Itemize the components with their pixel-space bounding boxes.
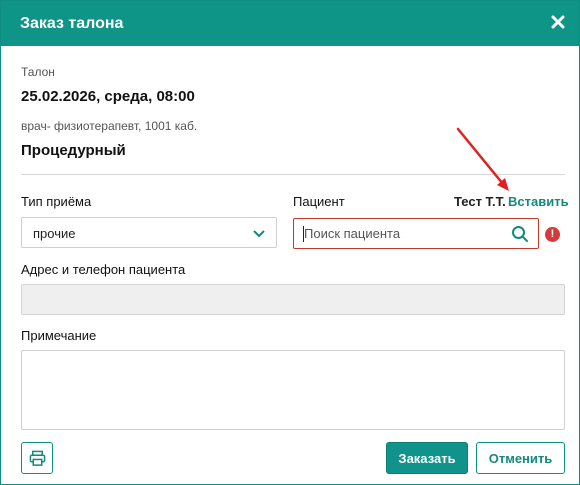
ticket-datetime: 25.02.2026, среда, 08:00: [21, 88, 195, 105]
note-textarea[interactable]: [21, 350, 565, 430]
visit-type-select[interactable]: прочие: [21, 217, 277, 248]
cancel-button[interactable]: Отменить: [476, 442, 565, 474]
dialog-titlebar: Заказ талона: [1, 1, 579, 46]
close-icon[interactable]: [549, 13, 567, 31]
text-caret: [303, 226, 304, 242]
annotation-arrow-icon: [456, 127, 509, 191]
address-field: [21, 284, 565, 315]
print-icon: [29, 450, 46, 466]
note-label: Примечание: [21, 328, 97, 343]
dialog-title: Заказ талона: [20, 15, 124, 32]
error-icon: !: [545, 227, 560, 242]
patient-label: Пациент: [293, 194, 345, 209]
doctor-info: врач- физиотерапевт, 1001 каб.: [21, 119, 198, 133]
ticket-section-label: Талон: [21, 65, 55, 79]
room-name: Процедурный: [21, 142, 126, 159]
search-icon[interactable]: [511, 225, 529, 243]
patient-search-field[interactable]: [293, 218, 539, 249]
order-button[interactable]: Заказать: [386, 442, 468, 474]
patient-search-input[interactable]: [294, 219, 504, 248]
chevron-down-icon: [252, 227, 266, 239]
visit-type-value: прочие: [33, 226, 76, 241]
address-label: Адрес и телефон пациента: [21, 262, 186, 277]
visit-type-label: Тип приёма: [21, 194, 92, 209]
print-button[interactable]: [21, 442, 53, 474]
order-ticket-dialog: Заказ талона Талон 25.02.2026, среда, 08…: [0, 0, 580, 485]
